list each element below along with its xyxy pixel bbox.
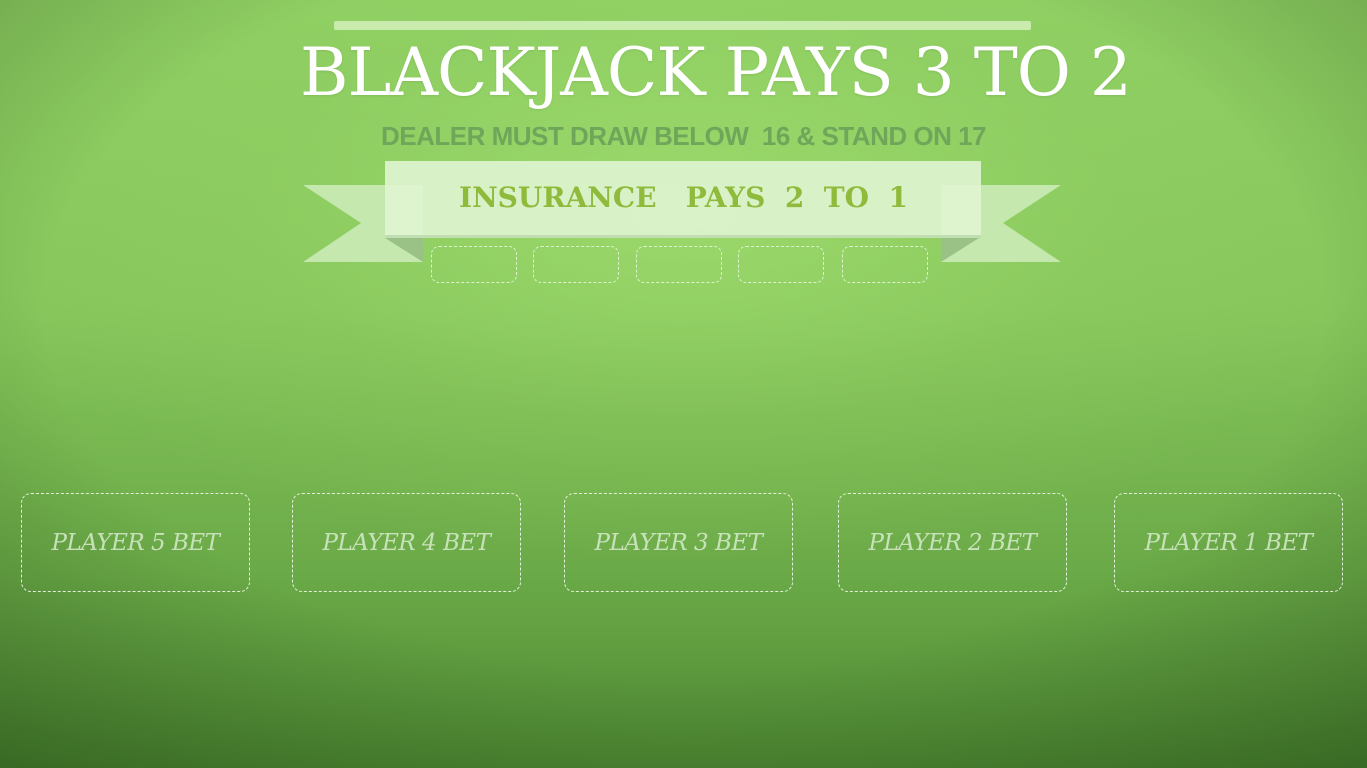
insurance-spot-3[interactable] <box>636 246 722 283</box>
table-title: BLACKJACK PAYS 3 TO 2 <box>300 34 1132 111</box>
player-2-bet-label: PLAYER 2 BET <box>868 529 1037 556</box>
player-3-bet-label: PLAYER 3 BET <box>594 529 763 556</box>
player-1-bet-label: PLAYER 1 BET <box>1144 529 1313 556</box>
insurance-spot-2[interactable] <box>533 246 619 283</box>
player-5-bet-spot[interactable]: PLAYER 5 BET <box>21 493 250 592</box>
player-2-bet-spot[interactable]: PLAYER 2 BET <box>838 493 1067 592</box>
insurance-spot-4[interactable] <box>738 246 824 283</box>
insurance-spot-1[interactable] <box>431 246 517 283</box>
title-top-rule <box>334 21 1031 30</box>
player-3-bet-spot[interactable]: PLAYER 3 BET <box>564 493 793 592</box>
insurance-banner-text: INSURANCE PAYS 2 TO 1 <box>458 181 909 214</box>
insurance-spot-5[interactable] <box>842 246 928 283</box>
player-1-bet-spot[interactable]: PLAYER 1 BET <box>1114 493 1343 592</box>
player-4-bet-label: PLAYER 4 BET <box>322 529 491 556</box>
player-5-bet-label: PLAYER 5 BET <box>51 529 220 556</box>
dealer-rule-text: DEALER MUST DRAW BELOW 16 & STAND ON 17 <box>380 121 987 151</box>
player-4-bet-spot[interactable]: PLAYER 4 BET <box>292 493 521 592</box>
table-vignette <box>0 0 1367 768</box>
